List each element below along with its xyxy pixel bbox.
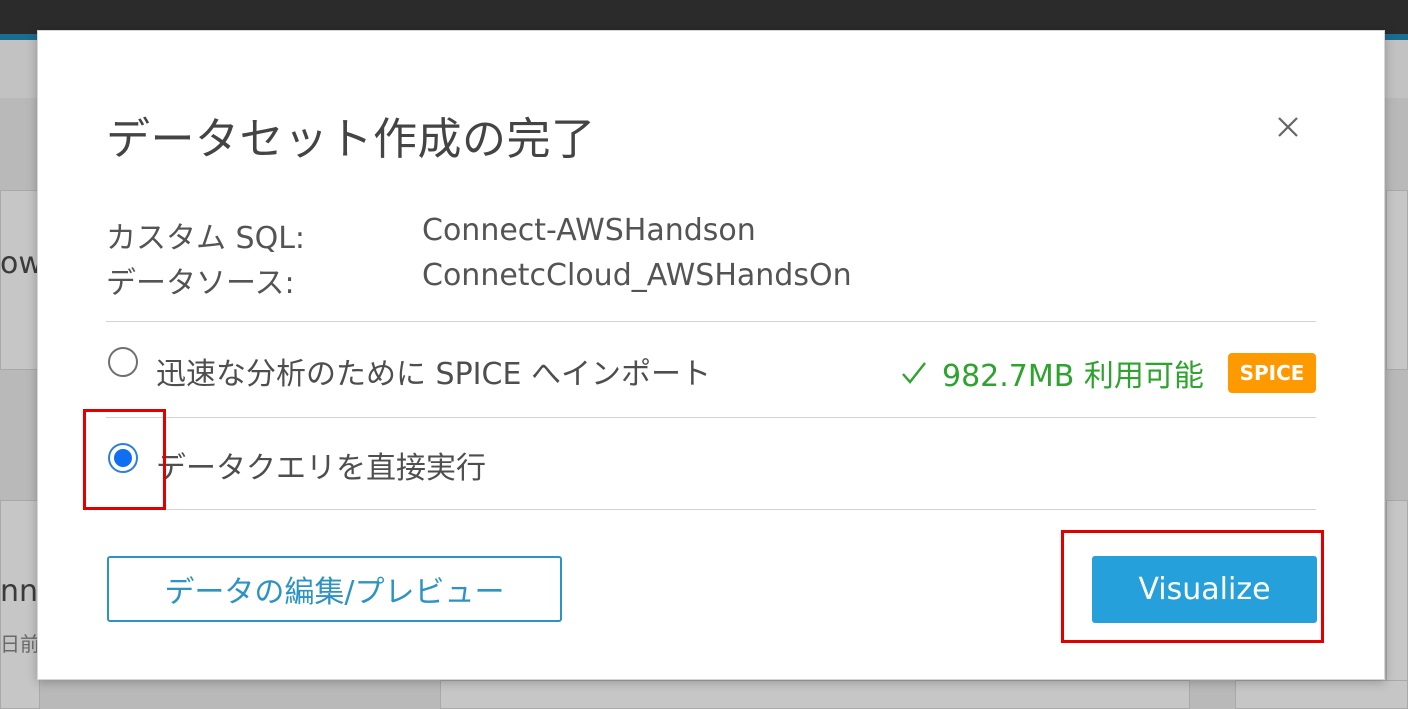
background-partial-text: ow: [0, 246, 37, 281]
data-source-value: ConnetcCloud_AWSHandsOn: [422, 258, 852, 293]
divider: [106, 417, 1316, 418]
spice-import-label[interactable]: 迅速な分析のために SPICE へインポート: [156, 349, 711, 393]
close-button[interactable]: [1270, 109, 1306, 145]
divider: [106, 321, 1316, 322]
custom-sql-value: Connect-AWSHandson: [422, 213, 756, 248]
background-partial-text: 日前: [0, 632, 37, 656]
background-card: [1386, 500, 1408, 709]
spice-capacity-text: 982.7MB 利用可能: [942, 359, 1204, 394]
data-source-label: データソース:: [106, 266, 295, 301]
background-card: [1386, 190, 1408, 370]
spice-capacity-status: 982.7MB 利用可能: [900, 351, 1204, 395]
dialog-title: データセット作成の完了: [106, 114, 596, 165]
divider: [106, 509, 1316, 510]
app-top-bar: [0, 0, 1408, 34]
background-partial-text: nnec: [0, 574, 37, 609]
checkmark-icon: [902, 362, 926, 384]
background-card: [440, 680, 1190, 709]
custom-sql-label: カスタム SQL:: [106, 221, 306, 256]
background-card: [1235, 680, 1408, 709]
visualize-button[interactable]: Visualize: [1092, 556, 1317, 623]
spice-import-radio[interactable]: [108, 347, 138, 377]
dataset-complete-dialog: データセット作成の完了 カスタム SQL: Connect-AWSHandson…: [37, 30, 1385, 680]
direct-query-radio[interactable]: [108, 443, 138, 473]
edit-preview-button[interactable]: データの編集/プレビュー: [107, 556, 562, 622]
spice-badge: SPICE: [1228, 353, 1316, 393]
direct-query-label[interactable]: データクエリを直接実行: [156, 443, 486, 487]
close-icon: [1278, 117, 1298, 137]
